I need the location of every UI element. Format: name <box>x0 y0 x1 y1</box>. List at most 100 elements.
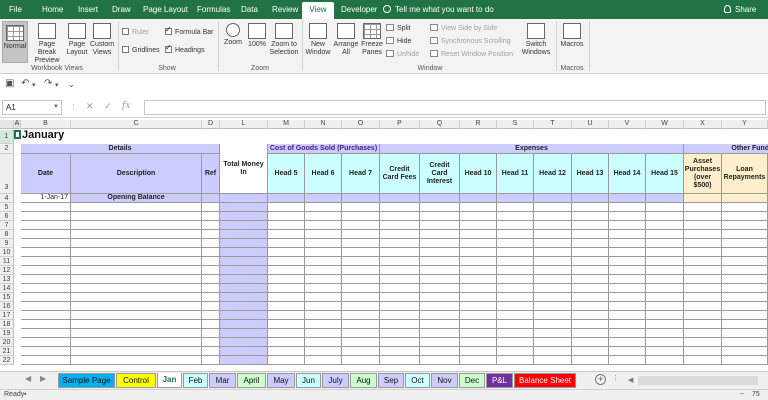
view-side-by-side-button[interactable]: View Side by Side <box>430 24 497 32</box>
grid-cell[interactable] <box>646 329 684 338</box>
grid-cell[interactable] <box>646 293 684 302</box>
scroll-right-icon[interactable]: ▶ <box>40 374 46 383</box>
row-header[interactable]: 10 <box>0 248 14 257</box>
grid-cell[interactable] <box>460 302 497 311</box>
grid-cell[interactable] <box>342 338 380 347</box>
grid-cell[interactable] <box>722 212 768 221</box>
grid-cell[interactable] <box>572 257 609 266</box>
grid-cell[interactable] <box>572 248 609 257</box>
grid-cell[interactable] <box>202 221 220 230</box>
grid-cell[interactable] <box>534 239 572 248</box>
zoom-minus-icon[interactable]: − <box>740 391 744 398</box>
header-head-10[interactable]: Head 10 <box>460 154 497 194</box>
grid-cell[interactable] <box>460 329 497 338</box>
grid-cell[interactable] <box>534 212 572 221</box>
header-head-7[interactable]: Head 7 <box>342 154 380 194</box>
grid-cell[interactable] <box>684 203 722 212</box>
grid-cell[interactable] <box>646 320 684 329</box>
grid-cell[interactable] <box>268 347 305 356</box>
row-header[interactable]: 15 <box>0 293 14 302</box>
column-header[interactable]: A <box>14 120 21 129</box>
grid-cell[interactable] <box>572 203 609 212</box>
grid-cell[interactable] <box>646 248 684 257</box>
grid-cell[interactable] <box>609 194 646 203</box>
grid-cell[interactable] <box>21 356 71 365</box>
insert-function-icon[interactable]: fx <box>122 101 130 111</box>
grid-cell[interactable] <box>71 356 202 365</box>
grid-cell[interactable] <box>684 356 722 365</box>
grid-cell[interactable] <box>202 194 220 203</box>
grid-cell[interactable] <box>420 275 460 284</box>
grid-cell[interactable] <box>420 338 460 347</box>
grid-cell[interactable] <box>572 194 609 203</box>
grid-cell[interactable] <box>342 356 380 365</box>
row-header[interactable]: 12 <box>0 266 14 275</box>
sheet-tab-balance-sheet[interactable]: Balance Sheet <box>514 373 576 388</box>
grid-cell[interactable] <box>497 302 534 311</box>
grid-cell[interactable] <box>202 230 220 239</box>
grid-cell[interactable] <box>646 203 684 212</box>
grid-cell[interactable] <box>609 293 646 302</box>
grid-cell[interactable] <box>572 230 609 239</box>
grid-cell[interactable] <box>684 275 722 284</box>
grid-cell[interactable] <box>534 194 572 203</box>
grid-cell[interactable] <box>684 239 722 248</box>
select-all-corner[interactable] <box>0 120 14 129</box>
grid-cell[interactable] <box>572 302 609 311</box>
grid-cell[interactable] <box>572 275 609 284</box>
grid-cell[interactable] <box>420 347 460 356</box>
grid-cell[interactable] <box>497 203 534 212</box>
grid-cell[interactable] <box>305 338 342 347</box>
grid-cell[interactable] <box>722 239 768 248</box>
grid-cell[interactable] <box>572 212 609 221</box>
sheet-tab-may[interactable]: May <box>267 373 295 388</box>
column-header[interactable]: Y <box>722 120 768 129</box>
grid-cell[interactable] <box>722 221 768 230</box>
grid-cell[interactable] <box>21 239 71 248</box>
tab-page-layout[interactable]: Page Layout <box>143 0 188 19</box>
new-window-button[interactable]: New Window <box>304 23 332 63</box>
grid-cell[interactable] <box>342 329 380 338</box>
header-head-6[interactable]: Head 6 <box>305 154 342 194</box>
grid-cell[interactable] <box>609 221 646 230</box>
grid-cell[interactable] <box>646 257 684 266</box>
grid-cell[interactable] <box>497 284 534 293</box>
grid-cell[interactable] <box>268 212 305 221</box>
grid-cell[interactable] <box>71 248 202 257</box>
grid-cell[interactable] <box>21 203 71 212</box>
name-box[interactable]: A1 ▼ <box>2 100 62 115</box>
grid-cell[interactable] <box>684 212 722 221</box>
grid-cell[interactable] <box>572 284 609 293</box>
row-header[interactable]: 7 <box>0 221 14 230</box>
grid-cell[interactable] <box>342 320 380 329</box>
grid-cell[interactable] <box>534 311 572 320</box>
custom-views-button[interactable]: Custom Views <box>89 23 115 63</box>
grid-cell[interactable] <box>71 311 202 320</box>
gridlines-checkbox[interactable]: Gridlines <box>122 46 160 54</box>
grid-cell[interactable] <box>380 284 420 293</box>
grid-cell[interactable] <box>609 356 646 365</box>
grid-cell[interactable] <box>305 239 342 248</box>
grid-cell[interactable] <box>460 248 497 257</box>
header-cogs[interactable]: Cost of Goods Sold (Purchases) <box>268 144 380 154</box>
row-header[interactable]: 5 <box>0 203 14 212</box>
grid-cell[interactable] <box>684 284 722 293</box>
tab-home[interactable]: Home <box>42 0 63 19</box>
grid-cell[interactable] <box>220 230 268 239</box>
grid-cell[interactable] <box>220 338 268 347</box>
header-head-11[interactable]: Head 11 <box>497 154 534 194</box>
grid-cell[interactable] <box>609 311 646 320</box>
grid-cell[interactable] <box>572 347 609 356</box>
grid-cell[interactable] <box>202 338 220 347</box>
grid-cell[interactable] <box>71 212 202 221</box>
grid-cell[interactable] <box>722 248 768 257</box>
header-expenses[interactable]: Expenses <box>380 144 684 154</box>
grid-cell[interactable] <box>380 257 420 266</box>
tab-file[interactable]: File <box>9 0 22 19</box>
macros-button[interactable]: Macros <box>559 23 585 63</box>
grid-cell[interactable] <box>572 338 609 347</box>
grid-cell[interactable] <box>646 338 684 347</box>
grid-cell[interactable] <box>305 329 342 338</box>
grid-cell[interactable] <box>420 293 460 302</box>
grid-cell[interactable] <box>534 302 572 311</box>
